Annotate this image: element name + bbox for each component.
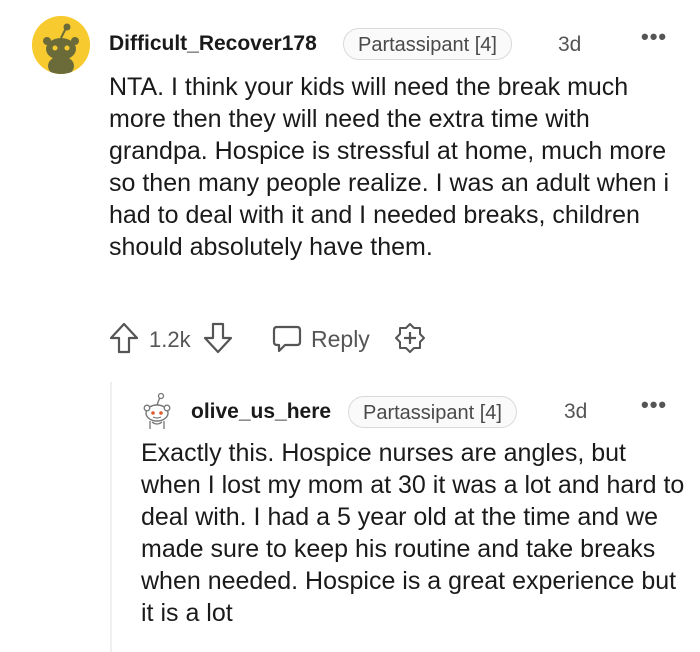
avatar[interactable] [140,392,174,430]
reply-icon [272,325,302,353]
upvote-button[interactable] [108,321,140,355]
comment-actions: 1.2k Reply [108,320,438,360]
snoo-avatar-icon [32,16,90,74]
snoo-avatar-icon [143,392,171,429]
more-options-icon[interactable]: ••• [641,394,667,416]
award-icon [395,323,425,353]
reply-button[interactable]: Reply [271,323,370,355]
user-flair: Partassipant [4] [348,396,517,428]
avatar[interactable] [32,16,90,74]
comment-body: Exactly this. Hospice nurses are angles,… [141,439,685,627]
reply-label: Reply [311,325,370,352]
comment-age: 3d [564,400,588,423]
downvote-icon [203,322,233,354]
upvote-icon [109,322,139,354]
username[interactable]: Difficult_Recover178 [109,32,317,56]
award-button[interactable] [394,322,426,356]
comment-body: NTA. I think your kids will need the bre… [109,73,670,261]
comment-age: 3d [558,33,582,56]
more-options-icon[interactable]: ••• [641,26,667,48]
username[interactable]: olive_us_here [191,400,331,424]
user-flair: Partassipant [4] [343,28,512,60]
downvote-button[interactable] [202,321,234,355]
thread-line[interactable] [110,382,112,652]
vote-score: 1.2k [149,327,191,352]
